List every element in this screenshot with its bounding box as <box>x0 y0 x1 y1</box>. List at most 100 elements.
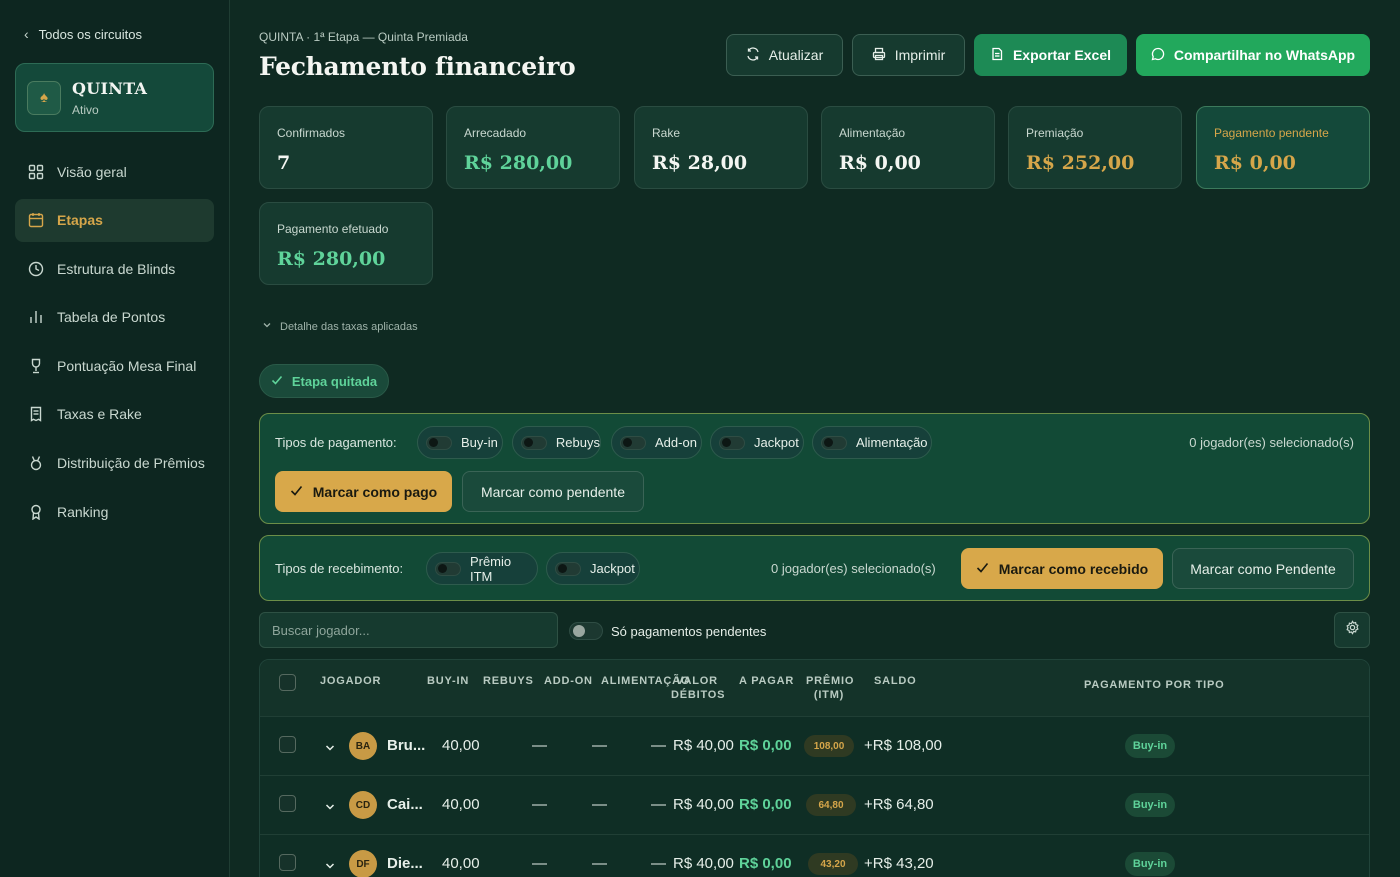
only-pending-toggle[interactable]: Só pagamentos pendentes <box>569 622 766 640</box>
chevron-down-icon[interactable] <box>324 859 336 871</box>
cell-a-pagar: R$ 0,00 <box>739 855 792 872</box>
chevron-down-icon[interactable] <box>324 741 336 753</box>
payment-types-label: Tipos de pagamento: <box>275 435 397 450</box>
sidebar-item-etapas[interactable]: Etapas <box>15 198 214 242</box>
receipt-selected-count: 0 jogador(es) selecionado(s) <box>771 561 936 576</box>
toggle-label: Alimentação <box>856 435 928 450</box>
stat-value: R$ 0,00 <box>1214 152 1296 174</box>
toggle-label: Add-on <box>655 435 697 450</box>
stat-card-pagamento-pendente: Pagamento pendente R$ 0,00 <box>1196 106 1370 189</box>
row-checkbox[interactable] <box>279 854 296 871</box>
payment-selected-count: 0 jogador(es) selecionado(s) <box>1189 435 1354 450</box>
toggle-switch[interactable] <box>521 435 547 450</box>
receipt-icon <box>28 406 44 423</box>
prize-itm-badge: 64,80 <box>806 794 856 816</box>
refresh-icon <box>746 46 760 64</box>
col-buyin: BUY-IN <box>427 675 470 687</box>
col-rebuys: REBUYS <box>483 675 534 687</box>
chevron-down-icon[interactable] <box>324 800 336 812</box>
cell-a-pagar: R$ 0,00 <box>739 737 792 754</box>
stat-value: R$ 252,00 <box>1026 152 1135 174</box>
sidebar-item-visao-geral[interactable]: Visão geral <box>15 150 214 193</box>
toggle-rebuys[interactable]: Rebuys <box>512 426 601 459</box>
select-all-checkbox[interactable] <box>279 674 296 691</box>
toggle-switch[interactable] <box>426 435 452 450</box>
mark-receipt-pending-button[interactable]: Marcar como Pendente <box>1172 548 1354 589</box>
sidebar-item-ranking[interactable]: Ranking <box>15 490 214 533</box>
table-row[interactable]: DF Die... 40,00 — — — R$ 40,00 R$ 0,00 4… <box>260 834 1369 877</box>
fees-detail-toggle[interactable]: Detalhe das taxas aplicadas <box>262 320 418 333</box>
refresh-button[interactable]: Atualizar <box>726 34 843 76</box>
toggle-switch[interactable] <box>569 622 603 640</box>
cell-rebuys: — <box>532 737 547 754</box>
back-to-circuits-link[interactable]: ‹ Todos os circuitos <box>24 24 142 44</box>
mark-pending-label: Marcar como pendente <box>481 483 625 500</box>
sidebar-item-label: Distribuição de Prêmios <box>57 455 205 472</box>
payment-types-panel: Tipos de pagamento: Buy-in Rebuys Add-on… <box>259 413 1370 524</box>
sidebar-item-distribuicao-premios[interactable]: Distribuição de Prêmios <box>15 442 214 485</box>
cell-a-pagar: R$ 0,00 <box>739 796 792 813</box>
sidebar: ‹ Todos os circuitos ♠ QUINTA Ativo Visã… <box>0 0 230 877</box>
chevron-down-icon <box>262 320 272 333</box>
sidebar-item-label: Tabela de Pontos <box>57 309 166 326</box>
toggle-premio-itm[interactable]: Prêmio ITM <box>426 552 538 585</box>
print-label: Imprimir <box>894 47 946 63</box>
row-checkbox[interactable] <box>279 736 296 753</box>
mark-pending-button[interactable]: Marcar como pendente <box>462 471 644 512</box>
payment-type-badge[interactable]: Buy-in <box>1125 734 1175 758</box>
row-checkbox[interactable] <box>279 795 296 812</box>
clock-icon <box>28 261 44 277</box>
stat-card-premiacao: Premiação R$ 252,00 <box>1008 106 1182 189</box>
avatar: CD <box>349 791 377 819</box>
mark-received-button[interactable]: Marcar como recebido <box>961 548 1163 589</box>
toggle-switch[interactable] <box>555 561 581 576</box>
toggle-addon[interactable]: Add-on <box>611 426 702 459</box>
cell-alimentacao: — <box>651 737 666 754</box>
circuit-card[interactable]: ♠ QUINTA Ativo <box>15 63 214 132</box>
breadcrumb: QUINTA · 1ª Etapa — Quinta Premiada <box>259 30 468 44</box>
toggle-alimentacao[interactable]: Alimentação <box>812 426 932 459</box>
medal-icon <box>28 455 44 471</box>
settings-button[interactable] <box>1334 612 1370 648</box>
toggle-jackpot-receipt[interactable]: Jackpot <box>546 552 640 585</box>
prize-itm-badge: 43,20 <box>808 853 858 875</box>
printer-icon <box>872 47 886 64</box>
table-row[interactable]: BA Bru... 40,00 — — — R$ 40,00 R$ 0,00 1… <box>260 716 1369 775</box>
toggle-jackpot[interactable]: Jackpot <box>710 426 804 459</box>
whatsapp-label: Compartilhar no WhatsApp <box>1173 47 1356 63</box>
sidebar-item-label: Taxas e Rake <box>57 406 142 423</box>
cell-rebuys: — <box>532 855 547 872</box>
table-row[interactable]: CD Cai... 40,00 — — — R$ 40,00 R$ 0,00 6… <box>260 775 1369 834</box>
toggle-switch[interactable] <box>620 435 646 450</box>
trophy-icon <box>28 358 44 374</box>
award-icon <box>28 504 44 520</box>
back-link-label: Todos os circuitos <box>38 26 142 42</box>
mark-paid-button[interactable]: Marcar como pago <box>275 471 452 512</box>
sidebar-item-label: Pontuação Mesa Final <box>57 357 197 374</box>
cell-addon: — <box>592 796 607 813</box>
share-whatsapp-button[interactable]: Compartilhar no WhatsApp <box>1136 34 1370 76</box>
payment-type-badge[interactable]: Buy-in <box>1125 852 1175 876</box>
sidebar-item-taxas-rake[interactable]: Taxas e Rake <box>15 393 214 436</box>
toggle-buyin[interactable]: Buy-in <box>417 426 503 459</box>
sidebar-item-estrutura-blinds[interactable]: Estrutura de Blinds <box>15 247 214 290</box>
stat-label: Alimentação <box>839 126 906 140</box>
toggle-switch[interactable] <box>435 561 461 576</box>
col-valor-debitos-line1: VALOR <box>676 675 718 687</box>
toggle-switch[interactable] <box>821 435 847 450</box>
search-player-input[interactable] <box>259 612 558 648</box>
print-button[interactable]: Imprimir <box>852 34 965 76</box>
circuit-name: QUINTA <box>72 78 148 98</box>
stat-value: R$ 280,00 <box>277 248 386 270</box>
sidebar-item-tabela-pontos[interactable]: Tabela de Pontos <box>15 296 214 339</box>
stat-label: Premiação <box>1026 126 1084 140</box>
col-jogador: JOGADOR <box>320 675 382 687</box>
avatar: DF <box>349 850 377 877</box>
only-pending-label: Só pagamentos pendentes <box>611 623 767 639</box>
stage-settled-badge: Etapa quitada <box>259 364 389 398</box>
payment-type-badge[interactable]: Buy-in <box>1125 793 1175 817</box>
toggle-switch[interactable] <box>719 435 745 450</box>
export-excel-button[interactable]: Exportar Excel <box>974 34 1127 76</box>
sidebar-item-label: Visão geral <box>57 163 127 180</box>
sidebar-item-pontuacao-mesa-final[interactable]: Pontuação Mesa Final <box>15 344 214 387</box>
